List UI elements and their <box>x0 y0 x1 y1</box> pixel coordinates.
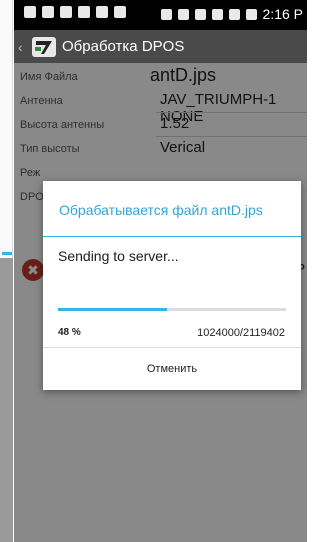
status-time: 2:16 P <box>262 6 303 22</box>
dialog-title: Обрабатывается файл antD.jps <box>59 202 263 218</box>
action-bar: ‹ Обработка DPOS <box>14 30 307 63</box>
wifi-icon <box>211 8 223 20</box>
message-icon <box>24 6 36 18</box>
flipboard-icon <box>114 6 126 18</box>
flipboard-icon <box>60 6 72 18</box>
app-logo-icon[interactable] <box>32 36 56 57</box>
adjacent-screen-top <box>0 0 13 258</box>
page-title: Обработка DPOS <box>62 38 185 55</box>
status-bar: 2:16 P <box>14 0 307 30</box>
progress-bar <box>58 308 286 311</box>
flipboard-icon <box>78 6 90 18</box>
cancel-button[interactable]: Отменить <box>43 348 301 390</box>
adjacent-screen-accent <box>2 252 12 255</box>
flipboard-icon <box>96 6 108 18</box>
signal-icon <box>228 8 240 20</box>
progress-bar-fill <box>58 308 168 311</box>
notification-icons <box>24 6 126 18</box>
dialog-title-divider <box>43 236 301 237</box>
back-chevron-icon[interactable]: ‹ <box>18 39 28 55</box>
flipboard-icon <box>42 6 54 18</box>
progress-dialog: Обрабатывается файл antD.jps Sending to … <box>43 181 301 390</box>
mute-icon <box>194 8 206 20</box>
adjacent-screen-strip <box>0 0 13 542</box>
adjacent-screen-dimmed <box>0 258 13 542</box>
phone-screen: 2:16 P ‹ Обработка DPOS Имя Файла antD.j… <box>14 0 307 542</box>
bluetooth-icon <box>177 8 189 20</box>
dialog-message: Sending to server... <box>58 248 179 264</box>
battery-icon <box>245 8 257 20</box>
system-icons: 2:16 P <box>160 6 303 22</box>
usb-icon <box>160 8 172 20</box>
progress-count: 1024000/2119402 <box>197 327 285 339</box>
progress-percent: 48 % <box>58 327 81 338</box>
